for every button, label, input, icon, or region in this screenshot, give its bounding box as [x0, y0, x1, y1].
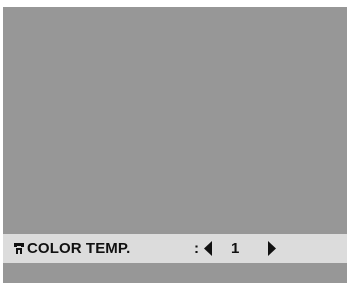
color-temp-menu-bar[interactable]: COLOR TEMP. : 1: [3, 234, 347, 263]
color-temp-value: 1: [231, 240, 240, 257]
arrow-right-icon[interactable]: [267, 241, 277, 256]
menu-item-label: COLOR TEMP.: [27, 240, 131, 257]
wrench-icon: [14, 243, 24, 254]
osd-screen: COLOR TEMP. : 1: [3, 7, 347, 283]
arrow-left-icon[interactable]: [203, 241, 213, 256]
label-separator: :: [194, 240, 199, 257]
